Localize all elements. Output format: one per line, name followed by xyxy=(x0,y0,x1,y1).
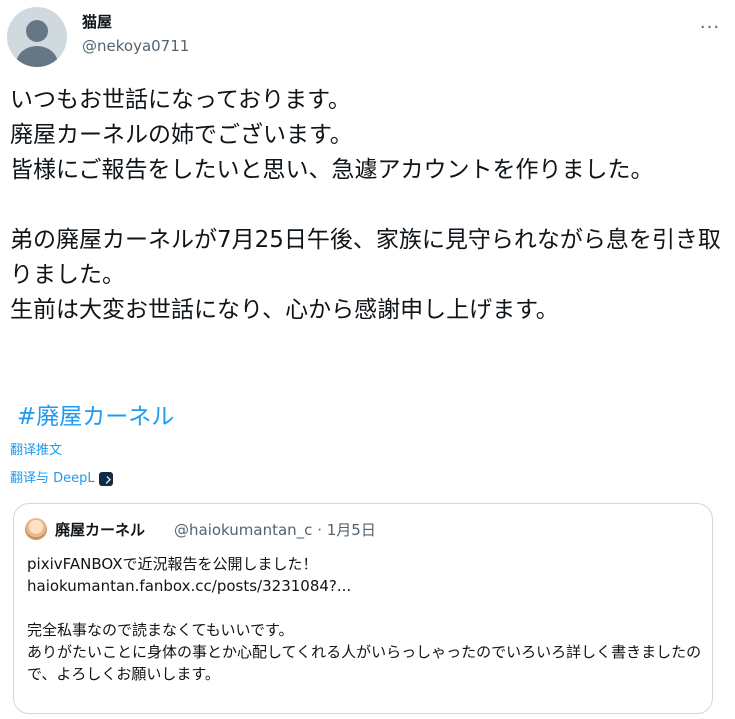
quoted-avatar xyxy=(25,518,47,540)
quoted-date: 1月5日 xyxy=(326,521,376,539)
deepl-icon xyxy=(98,472,113,486)
quoted-text: pixivFANBOXで近況報告を公開しました！ haiokumantan.fa… xyxy=(27,555,702,683)
meta-separator: · xyxy=(317,521,322,539)
tweet-text: いつもお世話になっております。 廃屋カーネルの姉でございます。 皆様にご報告をし… xyxy=(10,87,721,323)
hashtag-link[interactable]: #廃屋カーネル xyxy=(17,400,174,435)
quoted-user-name: 廃屋カーネル xyxy=(55,521,146,539)
avatar[interactable] xyxy=(7,7,67,67)
more-options-button[interactable]: ··· xyxy=(693,10,727,44)
quoted-user-handle: @haiokumantan_c xyxy=(174,521,313,539)
avatar-head-shape xyxy=(26,20,48,42)
user-handle[interactable]: @nekoya0711 xyxy=(82,36,189,56)
quoted-tweet-card[interactable]: 廃屋カーネル @haiokumantan_c · 1月5日 pixivFANBO… xyxy=(13,503,713,714)
more-dots-icon: ··· xyxy=(699,16,721,38)
quoted-meta: @haiokumantan_c · 1月5日 xyxy=(174,520,376,540)
user-name[interactable]: 猫屋 xyxy=(82,12,112,32)
deepl-link-label: 翻译与 DeepL xyxy=(10,471,95,486)
avatar-body-shape xyxy=(16,46,58,67)
translate-tweet-link[interactable]: 翻译推文 xyxy=(10,442,62,460)
deepl-translate-link[interactable]: 翻译与 DeepL xyxy=(10,470,113,488)
